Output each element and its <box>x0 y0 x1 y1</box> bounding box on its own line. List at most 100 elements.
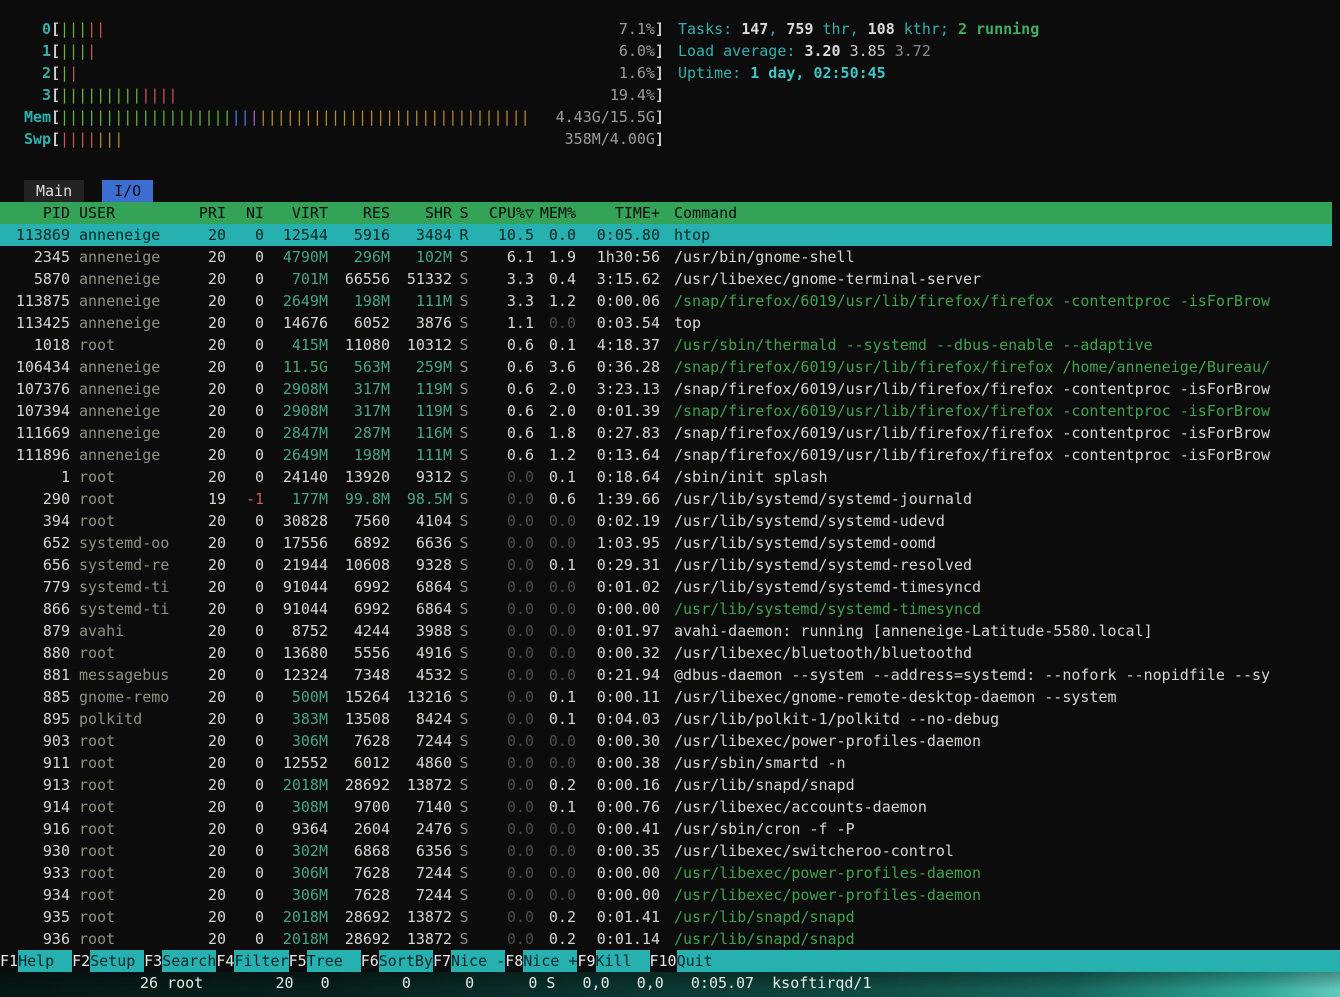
fkey-kill[interactable]: F9 Kill <box>577 950 650 972</box>
process-row-936[interactable]: 936 root 20 0 2018M 28692 13872 S 0.0 0.2 0:01.14 /… <box>0 928 1332 950</box>
process-row-881[interactable]: 881 messagebus 20 0 12324 7348 4532 S 0.0 0.0 0:21… <box>0 664 1332 686</box>
fkey-sortby[interactable]: F6 SortBy <box>360 950 433 972</box>
cell-res: 15264 <box>344 688 390 706</box>
cell-cmd: /usr/lib/systemd/systemd-oomd <box>674 534 936 552</box>
fkey-nice-[interactable]: F7 Nice - <box>432 950 506 972</box>
process-row-394[interactable]: 394 root 20 0 30828 7560 4104 S 0.0 0.0 0:02.19/us… <box>0 510 1332 532</box>
cell-s: S <box>459 908 469 926</box>
process-row-930[interactable]: 930 root 20 0 302M 6868 6356 S 0.0 0.0 0:00.35/usr… <box>0 840 1332 862</box>
swap-meter: Swp[||||||| 358M/4.00G] <box>24 130 664 148</box>
cell-pri: 20 <box>207 512 226 530</box>
process-row-107394[interactable]: 107394 anneneige 20 0 2908M 317M 119M S 0.6 2.0 0:… <box>0 400 1332 422</box>
process-row-913[interactable]: 913 root 20 0 2018M 28692 13872 S 0.0 0.2 0:00.16 /… <box>0 774 1332 796</box>
process-row-779[interactable]: 779 systemd-ti 20 0 91044 6992 6864 S 0.0 0.0 0:01… <box>0 576 1332 598</box>
column-header-virt[interactable]: VIRT <box>264 202 328 224</box>
cell-ni: 0 <box>254 556 264 574</box>
process-row-111896[interactable]: 111896 anneneige 20 0 2649M 198M 111M S 0.6 1.2 0:… <box>0 444 1332 466</box>
column-header-pid[interactable]: PID <box>6 202 70 224</box>
cell-shr: 4916 <box>415 644 452 662</box>
process-row-290[interactable]: 290 root 19 -1 177M 99.8M 98.5M S 0.0 0.6 1:39.66 /… <box>0 488 1332 510</box>
fkey-nice-[interactable]: F8 Nice + <box>505 950 578 972</box>
cell-pri: 20 <box>207 886 226 904</box>
cell-cpu: 1.1 <box>506 314 534 332</box>
cell-mem: 1.2 <box>548 446 576 464</box>
process-row-2345[interactable]: 2345 anneneige 20 0 4790M 296M 102M S 6.1 1.9 1h30… <box>0 246 1332 268</box>
cell-s: S <box>459 666 469 684</box>
cell-virt: 177M <box>291 490 328 508</box>
column-header-mem[interactable]: MEM% <box>534 202 576 224</box>
cell-shr: 9328 <box>415 556 452 574</box>
fkey-search[interactable]: F3 Search <box>144 950 217 972</box>
process-row-934[interactable]: 934 root 20 0 306M 7628 7244 S 0.0 0.0 0:00.00/usr… <box>0 884 1332 906</box>
process-row-880[interactable]: 880 root 20 0 13680 5556 4916 S 0.0 0.0 0:00.32/us… <box>0 642 1332 664</box>
process-row-879[interactable]: 879 avahi 20 0 8752 4244 3988 S 0.0 0.0 0:01.97 ava… <box>0 620 1332 642</box>
process-row-933[interactable]: 933 root 20 0 306M 7628 7244 S 0.0 0.0 0:00.00/usr… <box>0 862 1332 884</box>
column-header-time[interactable]: TIME+ <box>576 202 660 224</box>
process-row-911[interactable]: 911 root 20 0 12552 6012 4860 S 0.0 0.0 0:00.38/us… <box>0 752 1332 774</box>
screen-tab-bar: Main I/O <box>0 180 1340 202</box>
column-header-pri[interactable]: PRI <box>194 202 226 224</box>
fkey-quit[interactable]: F10 Quit <box>649 950 731 972</box>
process-row-113875[interactable]: 113875 anneneige 20 0 2649M 198M 111M S 3.3 1.2 0:… <box>0 290 1332 312</box>
cell-mem: 2.0 <box>548 380 576 398</box>
process-row-656[interactable]: 656 systemd-re 20 0 21944 10608 9328 S 0.0 0.1 0:2… <box>0 554 1332 576</box>
cpu3-meter: 3[||||||||||||| 19.4%] <box>24 86 664 104</box>
cell-cpu: 0.0 <box>506 644 534 662</box>
column-header-s[interactable]: S <box>452 202 476 224</box>
cell-pid: 916 <box>42 820 70 838</box>
cell-time: 4:18.37 <box>596 336 660 354</box>
cell-shr: 7140 <box>415 798 452 816</box>
process-row-113869[interactable]: 113869 anneneige 20 0 12544 5916 3484 R 10.5 0.0 0… <box>0 224 1332 246</box>
process-row-935[interactable]: 935 root 20 0 2018M 28692 13872 S 0.0 0.2 0:01.41 /… <box>0 906 1332 928</box>
cell-mem: 0.0 <box>548 842 576 860</box>
cell-ni: 0 <box>254 908 264 926</box>
process-row-1[interactable]: 1 root 20 0 24140 13920 9312 S 0.0 0.1 0:18.64/sbi… <box>0 466 1332 488</box>
column-header-cmd[interactable]: Command <box>660 202 1332 224</box>
tab-i-o[interactable]: I/O <box>102 180 154 202</box>
process-row-903[interactable]: 903 root 20 0 306M 7628 7244 S 0.0 0.0 0:00.30/usr… <box>0 730 1332 752</box>
column-header-user[interactable]: USER <box>70 202 194 224</box>
column-header-shr[interactable]: SHR <box>390 202 452 224</box>
process-row-914[interactable]: 914 root 20 0 308M 9700 7140 S 0.0 0.1 0:00.76/usr… <box>0 796 1332 818</box>
process-row-106434[interactable]: 106434 anneneige 20 0 11.5G 563M 259M S 0.6 3.6 0:… <box>0 356 1332 378</box>
cell-pri: 19 <box>207 490 226 508</box>
process-row-885[interactable]: 885 gnome-remo 20 0 500M 15264 13216 S 0.0 0.1 0:0… <box>0 686 1332 708</box>
process-row-866[interactable]: 866 systemd-ti 20 0 91044 6992 6864 S 0.0 0.0 0:00… <box>0 598 1332 620</box>
cell-shr: 6864 <box>415 600 452 618</box>
fkey-help[interactable]: F1 Help <box>0 950 73 972</box>
cell-cmd: /snap/firefox/6019/usr/lib/firefox/firef… <box>674 292 1271 310</box>
cell-cmd: /usr/lib/snapd/snapd <box>674 930 855 948</box>
column-header-cpu[interactable]: CPU%▽ <box>476 202 534 224</box>
cell-cmd: /usr/lib/snapd/snapd <box>674 776 855 794</box>
process-row-107376[interactable]: 107376 anneneige 20 0 2908M 317M 119M S 0.6 2.0 3:… <box>0 378 1332 400</box>
cell-shr: 3876 <box>415 314 452 332</box>
cell-s: S <box>459 402 469 420</box>
process-row-5870[interactable]: 5870 anneneige 20 0 701M 66556 51332 S 3.3 0.4 3:1… <box>0 268 1332 290</box>
process-row-1018[interactable]: 1018 root 20 0 415M 11080 10312 S 0.6 0.1 4:18.37 /… <box>0 334 1332 356</box>
cell-ni: 0 <box>254 270 264 288</box>
cell-s: S <box>459 842 469 860</box>
column-header-ni[interactable]: NI <box>226 202 264 224</box>
cell-user: gnome-remo <box>79 688 170 706</box>
fkey-setup[interactable]: F2 Setup <box>72 950 145 972</box>
cell-shr: 116M <box>415 424 452 442</box>
cell-time: 0:01.97 <box>596 622 660 640</box>
cell-pri: 20 <box>207 754 226 772</box>
cell-time: 0:00.30 <box>596 732 660 750</box>
cell-res: 5916 <box>353 226 390 244</box>
fkey-tree[interactable]: F5 Tree <box>288 950 361 972</box>
cell-pid: 113875 <box>15 292 70 310</box>
fkey-filter[interactable]: F4 Filter <box>216 950 289 972</box>
process-row-113425[interactable]: 113425 anneneige 20 0 14676 6052 3876 S 1.1 0.0 0:… <box>0 312 1332 334</box>
process-row-652[interactable]: 652 systemd-oo 20 0 17556 6892 6636 S 0.0 0.0 1:03… <box>0 532 1332 554</box>
cell-user: systemd-oo <box>79 534 170 552</box>
cell-cpu: 0.0 <box>506 490 534 508</box>
cell-shr: 9312 <box>415 468 452 486</box>
column-header-res[interactable]: RES <box>328 202 390 224</box>
cell-virt: 12324 <box>282 666 328 684</box>
process-row-916[interactable]: 916 root 20 0 9364 2604 2476 S 0.0 0.0 0:00.41/usr… <box>0 818 1332 840</box>
tab-main[interactable]: Main <box>24 180 85 202</box>
process-row-895[interactable]: 895 polkitd 20 0 383M 13508 8424 S 0.0 0.1 0:04.03… <box>0 708 1332 730</box>
process-row-111669[interactable]: 111669 anneneige 20 0 2847M 287M 116M S 0.6 1.8 0:… <box>0 422 1332 444</box>
cell-mem: 0.1 <box>548 688 576 706</box>
